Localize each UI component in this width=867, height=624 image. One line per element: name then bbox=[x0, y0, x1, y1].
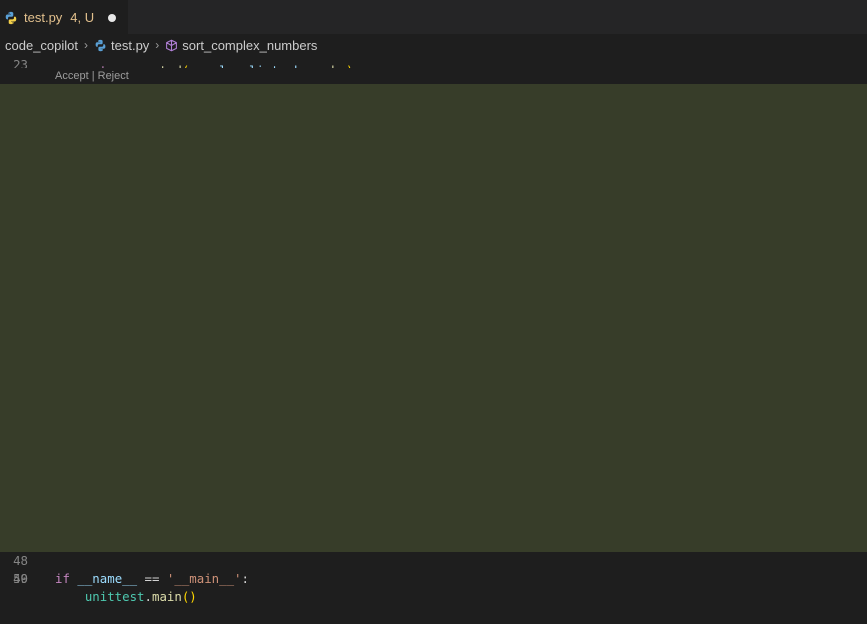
code-line-33[interactable]: 33 def test_sort_complex_numbers_with_in… bbox=[0, 246, 867, 316]
code-line-26[interactable]: 26 bbox=[0, 120, 867, 174]
line-number: 23 bbox=[13, 57, 28, 68]
code-line-38[interactable]: 38 def test_sort_complex_numbers_with_fl… bbox=[0, 336, 867, 406]
code-text-line-49: unittest.main() bbox=[84, 589, 197, 604]
code-line-23[interactable]: 23 return sorted(complex_list, key=abs) bbox=[0, 56, 867, 68]
code-line-45[interactable]: 45 with self.assertRaises(TypeError): bbox=[0, 462, 867, 532]
code-line-40[interactable]: 40 expected_output = [1.5, 2 + 2j, 3 + 4… bbox=[0, 372, 867, 442]
breadcrumb-symbol-label: sort_complex_numbers bbox=[182, 37, 318, 53]
tab-test-py[interactable]: test.py 4, U bbox=[0, 0, 129, 34]
accept-link[interactable]: Accept bbox=[55, 70, 89, 82]
code-editor[interactable]: 23 return sorted(complex_list, key=abs) … bbox=[0, 56, 867, 604]
code-line-36[interactable]: 36 self.assertEqual(sort_complex_numbers… bbox=[0, 300, 867, 370]
inline-suggestion-actions: Accept | Reject bbox=[0, 68, 867, 84]
reject-link[interactable]: Reject bbox=[98, 70, 129, 82]
code-line-29[interactable]: 29 complex_list = [3 + 4j, 1 + 1j, 2 + 2… bbox=[0, 174, 867, 244]
python-file-icon bbox=[5, 11, 17, 24]
tab-bar: test.py 4, U bbox=[0, 0, 867, 34]
chevron-right-icon: › bbox=[84, 38, 88, 52]
code-line-34[interactable]: 34 complex_list = [3 + 4j, 1, 2 + 2j, 5] bbox=[0, 264, 867, 334]
chevron-right-icon: › bbox=[155, 38, 160, 52]
code-line-46[interactable]: 46 sort_complex_numbers(complex_list) bbox=[0, 480, 867, 550]
code-line-28[interactable]: 28 def test_sort_complex_numbers(self): bbox=[0, 156, 867, 226]
code-line-44[interactable]: 44 complex_list = [3 + 4j, 'a', 2 + 2j, … bbox=[0, 444, 867, 514]
code-line-25[interactable]: 25 import unittest bbox=[0, 102, 867, 172]
code-line-30[interactable]: 30 expected_output = [1 + 1j, 2 + 2j, 3 … bbox=[0, 192, 867, 262]
actions-separator: | bbox=[88, 70, 98, 82]
breadcrumb-symbol[interactable]: sort_complex_numbers bbox=[165, 38, 317, 53]
code-line-32[interactable]: 32 bbox=[0, 228, 867, 282]
code-line-47[interactable]: 47 bbox=[0, 498, 867, 552]
breadcrumb: code_copilot › test.py › sort_complex_nu… bbox=[0, 34, 867, 56]
code-line-50[interactable]: 50 bbox=[0, 552, 867, 586]
unsaved-dot-icon[interactable] bbox=[108, 13, 117, 22]
code-line-42[interactable]: 42 bbox=[0, 408, 867, 462]
code-line-37[interactable]: 37 bbox=[0, 318, 867, 372]
code-line-43[interactable]: 43 def test_sort_complex_numbers_with_no… bbox=[0, 426, 867, 496]
breadcrumb-folder[interactable]: code_copilot bbox=[5, 38, 78, 53]
tab-status-badge: 4, U bbox=[70, 10, 95, 25]
breadcrumb-file[interactable]: test.py bbox=[94, 38, 149, 53]
code-line-39[interactable]: 39 complex_list = [3 + 4j, 1.5, 2 + 2j, … bbox=[0, 354, 867, 424]
breadcrumb-file-label: test.py bbox=[111, 37, 150, 53]
code-line-31[interactable]: 31 self.assertEqual(sort_complex_numbers… bbox=[0, 210, 867, 280]
breadcrumb-folder-label: code_copilot bbox=[5, 37, 78, 53]
method-cube-icon bbox=[166, 39, 178, 51]
code-line-41[interactable]: 41 self.assertEqual(sort_complex_numbers… bbox=[0, 390, 867, 460]
code-line-27[interactable]: 27 class TestSortComplexNumbers(unittest… bbox=[0, 138, 867, 208]
code-line-49[interactable]: 49 unittest.main() bbox=[0, 534, 867, 604]
python-file-icon bbox=[95, 39, 106, 51]
code-line-35[interactable]: 35 expected_output = [1, 2 + 2j, 3 + 4j,… bbox=[0, 282, 867, 352]
tab-filename: test.py bbox=[24, 10, 63, 25]
code-line-24[interactable]: 24 bbox=[0, 84, 867, 138]
code-line-48[interactable]: 48 if __name__ == '__main__': bbox=[0, 516, 867, 586]
